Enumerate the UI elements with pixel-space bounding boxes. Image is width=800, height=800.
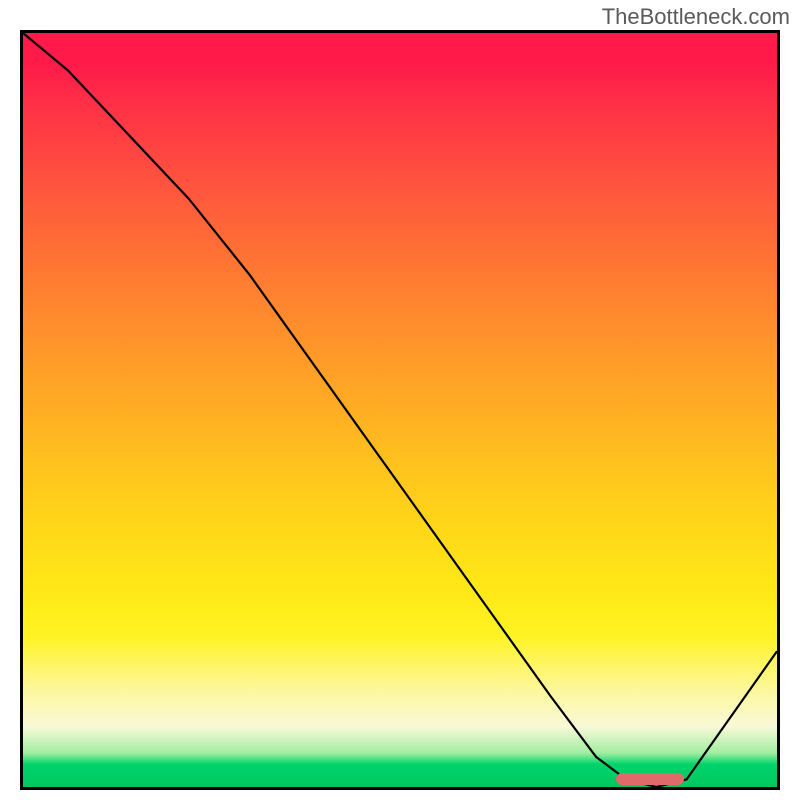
plot-svg (23, 33, 777, 787)
watermark-text: TheBottleneck.com (602, 4, 790, 30)
optimal-range-marker (616, 773, 684, 785)
plot-area (20, 30, 780, 790)
bottleneck-curve-line (23, 33, 777, 787)
